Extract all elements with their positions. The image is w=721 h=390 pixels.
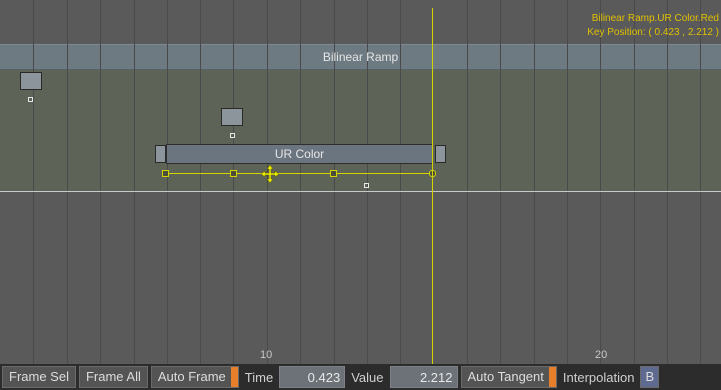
key-path-text: Bilinear Ramp.UR Color.Red bbox=[591, 13, 719, 24]
timeline-view[interactable]: Bilinear Ramp Bilinear Ramp.UR Color.Red… bbox=[0, 0, 721, 364]
frame-number-label: 20 bbox=[595, 349, 608, 361]
key-position-text: Key Position: ( 0.423 , 2.212 ) bbox=[587, 27, 719, 38]
ur-color-bar[interactable]: UR Color bbox=[166, 144, 433, 164]
toggle-on-indicator bbox=[230, 367, 238, 387]
bottom-toolbar: Frame Sel Frame All Auto Frame Time 0.42… bbox=[0, 364, 721, 390]
frame-all-button[interactable]: Frame All bbox=[78, 366, 148, 388]
auto-frame-toggle[interactable]: Auto Frame bbox=[150, 366, 239, 388]
curve-key[interactable] bbox=[162, 170, 169, 177]
key-info-readout: Bilinear Ramp.UR Color.Red Key Position:… bbox=[587, 12, 719, 40]
interpolation-button[interactable]: B bbox=[640, 366, 660, 388]
time-label: Time bbox=[244, 369, 274, 385]
time-cursor[interactable] bbox=[432, 8, 433, 364]
time-field[interactable]: 0.423 bbox=[279, 366, 346, 388]
track-label-bilinear-ramp: Bilinear Ramp bbox=[322, 50, 399, 64]
track-separator bbox=[0, 191, 721, 192]
interpolation-label: Interpolation bbox=[562, 369, 635, 385]
auto-tangent-toggle[interactable]: Auto Tangent bbox=[460, 366, 557, 388]
timeline-empty-area[interactable] bbox=[0, 191, 721, 364]
keyframe-handle[interactable] bbox=[230, 133, 235, 138]
keyframe-block[interactable] bbox=[20, 72, 42, 90]
value-field[interactable]: 2.212 bbox=[389, 366, 458, 388]
curve-key[interactable] bbox=[230, 170, 237, 177]
bar-end-handle[interactable] bbox=[435, 145, 446, 163]
frame-sel-button[interactable]: Frame Sel bbox=[2, 366, 76, 388]
frame-number-label: 10 bbox=[260, 349, 273, 361]
frame-all-label: Frame All bbox=[85, 369, 141, 384]
auto-tangent-label: Auto Tangent bbox=[467, 369, 544, 384]
keyframe-block[interactable] bbox=[221, 108, 243, 126]
bar-start-handle[interactable] bbox=[155, 145, 166, 163]
value-label: Value bbox=[351, 369, 384, 385]
frame-sel-label: Frame Sel bbox=[9, 369, 69, 384]
animation-curve[interactable] bbox=[164, 173, 433, 174]
keyframe-handle[interactable] bbox=[364, 183, 369, 188]
move-cursor-icon bbox=[260, 164, 280, 184]
curve-key[interactable] bbox=[330, 170, 337, 177]
keyframe-handle[interactable] bbox=[28, 97, 33, 102]
toggle-on-indicator bbox=[548, 367, 556, 387]
auto-frame-label: Auto Frame bbox=[157, 369, 226, 384]
